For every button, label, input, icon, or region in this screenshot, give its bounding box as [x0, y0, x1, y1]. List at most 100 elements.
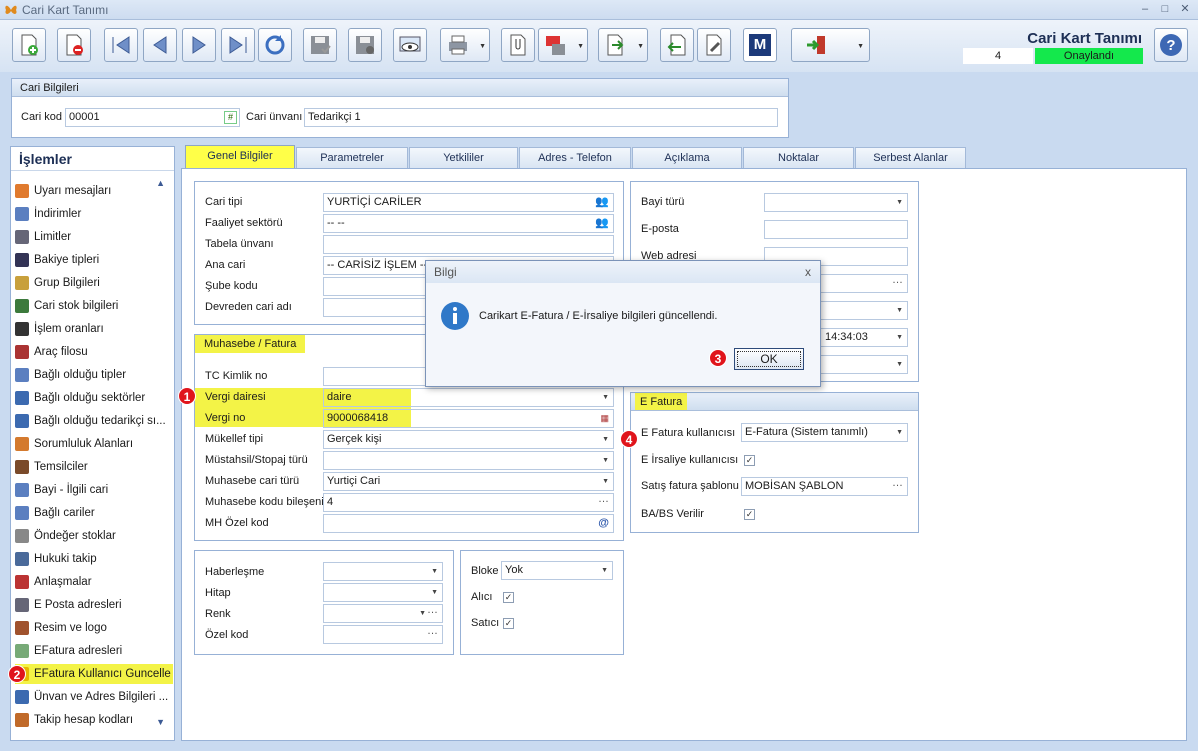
sidebar-item[interactable]: Bağlı cariler — [15, 503, 173, 523]
sidebar-item[interactable]: EFatura Kullanıcı Guncelle — [15, 664, 173, 684]
ozel-kod-input[interactable]: … — [323, 625, 443, 644]
ellipsis-icon[interactable]: … — [892, 478, 903, 492]
faaliyet-value: -- -- — [327, 217, 345, 229]
sidebar-item[interactable]: Anlaşmalar — [15, 572, 173, 592]
cari-unvan-input[interactable]: Tedarikçi 1 — [304, 108, 778, 127]
cari-kod-input[interactable]: 00001 # — [65, 108, 240, 127]
alici-checkbox[interactable]: ✓ — [503, 592, 514, 603]
sidebar-item[interactable]: İndirimler — [15, 204, 173, 224]
hitap-select[interactable]: ▼ — [323, 583, 443, 602]
save-close-icon — [356, 36, 374, 54]
first-record-button[interactable] — [104, 28, 138, 62]
sidebar-item[interactable]: Resim ve logo — [15, 618, 173, 638]
efatura-kullanici-select[interactable]: E-Fatura (Sistem tanımlı) ▼ — [741, 423, 908, 442]
sidebar-item-label: Resim ve logo — [34, 622, 107, 634]
next-record-button[interactable] — [182, 28, 216, 62]
exit-button[interactable]: ▼ — [791, 28, 870, 62]
sidebar-item[interactable]: Uyarı mesajları — [15, 181, 173, 201]
sidebar-item[interactable]: Grup Bilgileri — [15, 273, 173, 293]
cari-kod-lookup-button[interactable]: # — [224, 111, 237, 124]
minimize-button[interactable]: – — [1136, 2, 1154, 17]
mukellef-select[interactable]: Gerçek kişi ▼ — [323, 430, 614, 449]
vergi-no-input[interactable]: 9000068418 ▦ — [323, 409, 614, 428]
preview-button[interactable] — [393, 28, 427, 62]
attach-button[interactable] — [501, 28, 535, 62]
bloke-select[interactable]: Yok ▼ — [501, 561, 613, 580]
muh-cari-select[interactable]: Yurtiçi Cari ▼ — [323, 472, 614, 491]
ok-button[interactable]: OK — [734, 348, 804, 370]
sidebar-item[interactable]: Bağlı olduğu sektörler — [15, 388, 173, 408]
cari-tipi-value: YURTİÇİ CARİLER — [327, 196, 422, 208]
ellipsis-icon[interactable]: … — [427, 605, 438, 619]
prev-record-button[interactable] — [143, 28, 177, 62]
sidebar-item[interactable]: Cari stok bilgileri — [15, 296, 173, 316]
babs-checkbox[interactable]: ✓ — [744, 509, 755, 520]
sidebar-item[interactable]: Limitler — [15, 227, 173, 247]
sidebar-item[interactable]: Hukuki takip — [15, 549, 173, 569]
tab-noktalar[interactable]: Noktalar — [743, 147, 854, 168]
responsibility-icon — [15, 437, 29, 451]
cari-tipi-input[interactable]: YURTİÇİ CARİLER 👥 — [323, 193, 614, 212]
linked-icon — [15, 506, 29, 520]
sidebar-item[interactable]: Takip hesap kodları — [15, 710, 173, 730]
pdf-button[interactable]: ▼ — [538, 28, 588, 62]
tab-aciklama[interactable]: Açıklama — [632, 147, 742, 168]
haberlesme-select[interactable]: ▼ — [323, 562, 443, 581]
sidebar-item[interactable]: Bakiye tipleri — [15, 250, 173, 270]
satici-checkbox[interactable]: ✓ — [503, 618, 514, 629]
sidebar-item-label: Araç filosu — [34, 346, 88, 358]
sidebar-item[interactable]: Bayi - İlgili cari — [15, 480, 173, 500]
haberlesme-group: Haberleşme ▼ Hitap ▼ Renk ▼… Özel kod … — [194, 550, 454, 655]
export-button[interactable]: ▼ — [598, 28, 648, 62]
ellipsis-icon[interactable]: … — [892, 275, 903, 289]
preview-icon — [399, 36, 421, 52]
tab-parametreler[interactable]: Parametreler — [296, 147, 408, 168]
tab-yetkililer[interactable]: Yetkililer — [409, 147, 518, 168]
bayi-turu-select[interactable]: ▼ — [764, 193, 908, 212]
sidebar-item[interactable]: Bağlı olduğu tedarikçi sı... — [15, 411, 173, 431]
sidebar-item[interactable]: Ünvan ve Adres Bilgileri ... — [15, 687, 173, 707]
tab-serbest-alanlar[interactable]: Serbest Alanlar — [855, 147, 966, 168]
vergi-dairesi-select[interactable]: daire ▼ — [323, 388, 614, 407]
renk-select[interactable]: ▼… — [323, 604, 443, 623]
faaliyet-input[interactable]: -- -- 👥 — [323, 214, 614, 233]
maximize-button[interactable]: □ — [1156, 2, 1174, 17]
sidebar-item[interactable]: Bağlı olduğu tipler — [15, 365, 173, 385]
calendar-icon[interactable]: ▦ — [600, 410, 609, 427]
eirsaliye-checkbox[interactable]: ✓ — [744, 455, 755, 466]
new-record-button[interactable] — [12, 28, 46, 62]
mh-ozel-input[interactable]: @ — [323, 514, 614, 533]
tools-button[interactable] — [697, 28, 731, 62]
at-icon[interactable]: @ — [598, 515, 609, 532]
sidebar-item[interactable]: Sorumluluk Alanları — [15, 434, 173, 454]
eposta-input[interactable] — [764, 220, 908, 239]
refresh-button[interactable] — [258, 28, 292, 62]
save-close-button[interactable] — [348, 28, 382, 62]
m-button[interactable]: M — [743, 28, 777, 62]
delete-record-button[interactable] — [57, 28, 91, 62]
sidebar-item[interactable]: EFatura adresleri — [15, 641, 173, 661]
sablon-input[interactable]: MOBİSAN ŞABLON… — [741, 477, 908, 496]
last-record-button[interactable] — [221, 28, 255, 62]
tab-genel-bilgiler[interactable]: Genel Bilgiler — [185, 145, 295, 169]
sidebar-item[interactable]: Araç filosu — [15, 342, 173, 362]
group-lookup-icon[interactable]: 👥 — [595, 215, 609, 232]
dialog-close-button[interactable]: x — [805, 265, 811, 279]
close-window-button[interactable]: ✕ — [1176, 2, 1194, 17]
print-button[interactable]: ▼ — [440, 28, 490, 62]
sidebar-item[interactable]: Temsilciler — [15, 457, 173, 477]
mustahsil-select[interactable]: ▼ — [323, 451, 614, 470]
tab-adres-telefon[interactable]: Adres - Telefon — [519, 147, 631, 168]
save-button[interactable] — [303, 28, 337, 62]
tabela-input[interactable] — [323, 235, 614, 254]
ellipsis-icon[interactable]: … — [598, 494, 609, 508]
ellipsis-icon[interactable]: … — [427, 626, 438, 640]
help-button[interactable]: ? — [1154, 28, 1188, 62]
sidebar-item[interactable]: Öndeğer stoklar — [15, 526, 173, 546]
sidebar-item[interactable]: İşlem oranları — [15, 319, 173, 339]
group-lookup-icon[interactable]: 👥 — [595, 194, 609, 211]
import-button[interactable] — [660, 28, 694, 62]
pdf-icon — [546, 36, 565, 55]
muh-kodu-input[interactable]: 4… — [323, 493, 614, 512]
sidebar-item[interactable]: E Posta adresleri — [15, 595, 173, 615]
